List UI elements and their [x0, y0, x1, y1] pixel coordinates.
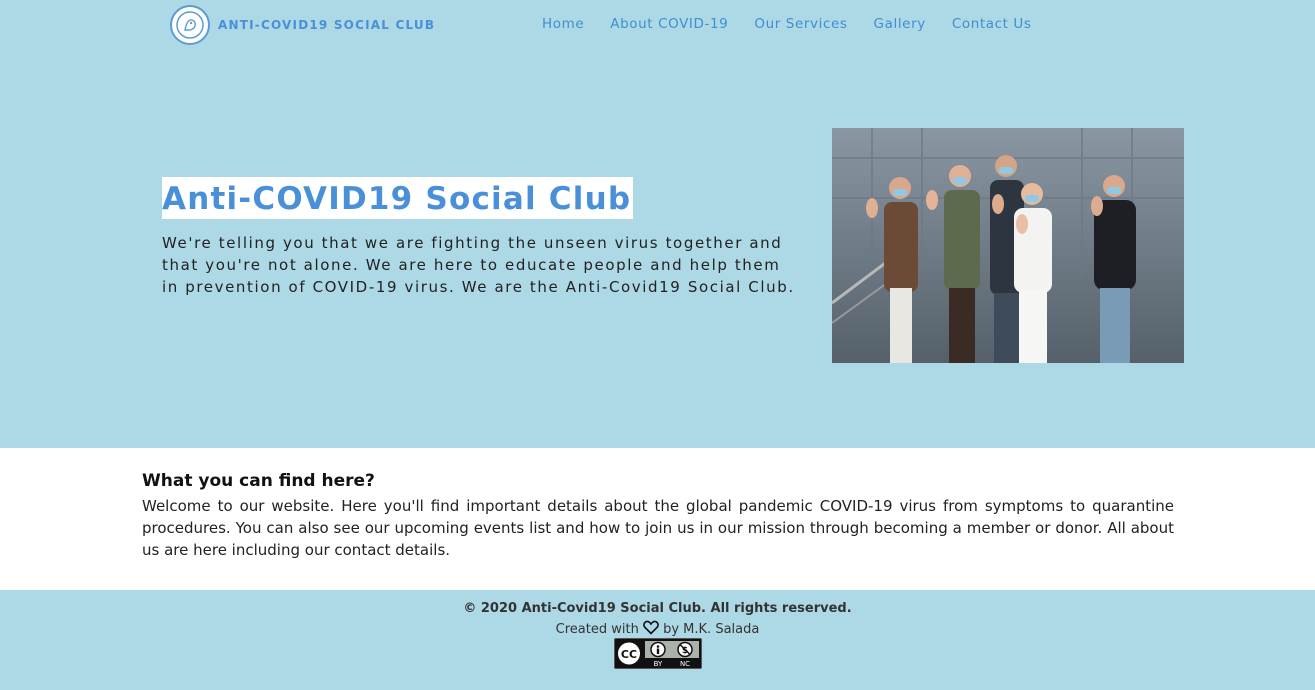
top-nav-bar: ANTI-COVID19 SOCIAL CLUB Home About COVI…: [0, 0, 1315, 50]
hero-title: Anti-COVID19 Social Club: [162, 181, 632, 217]
main-nav: Home About COVID-19 Our Services Gallery…: [542, 16, 1032, 32]
nav-our-services[interactable]: Our Services: [754, 16, 847, 32]
footer: © 2020 Anti-Covid19 Social Club. All rig…: [0, 590, 1315, 690]
credit-line: Created with by M.K. Salada: [0, 620, 1315, 639]
brand-name[interactable]: ANTI-COVID19 SOCIAL CLUB: [218, 18, 435, 32]
info-heading: What you can find here?: [142, 471, 375, 491]
cc-label: CC: [621, 648, 637, 661]
nav-gallery[interactable]: Gallery: [874, 16, 926, 32]
creative-commons-license-badge[interactable]: CC $ BY NC: [614, 638, 702, 669]
info-section: What you can find here? Welcome to our w…: [0, 448, 1315, 590]
nav-home[interactable]: Home: [542, 16, 584, 32]
credit-suffix: by M.K. Salada: [663, 622, 760, 637]
hero-title-highlight: Anti-COVID19 Social Club: [162, 177, 634, 219]
club-logo-icon: [170, 5, 210, 45]
hero-group-photo: [832, 128, 1184, 363]
heart-icon: [643, 620, 659, 639]
copyright-text: © 2020 Anti-Covid19 Social Club. All rig…: [463, 601, 852, 616]
hero-description: We're telling you that we are fighting t…: [162, 234, 795, 296]
brand[interactable]: ANTI-COVID19 SOCIAL CLUB: [170, 5, 435, 45]
info-paragraph: Welcome to our website. Here you'll find…: [142, 497, 1174, 559]
credit-prefix: Created with: [555, 622, 639, 637]
nav-about-covid19[interactable]: About COVID-19: [610, 16, 728, 32]
cc-nc-label: NC: [680, 660, 690, 668]
nav-contact-us[interactable]: Contact Us: [952, 16, 1032, 32]
cc-by-label: BY: [654, 660, 663, 668]
